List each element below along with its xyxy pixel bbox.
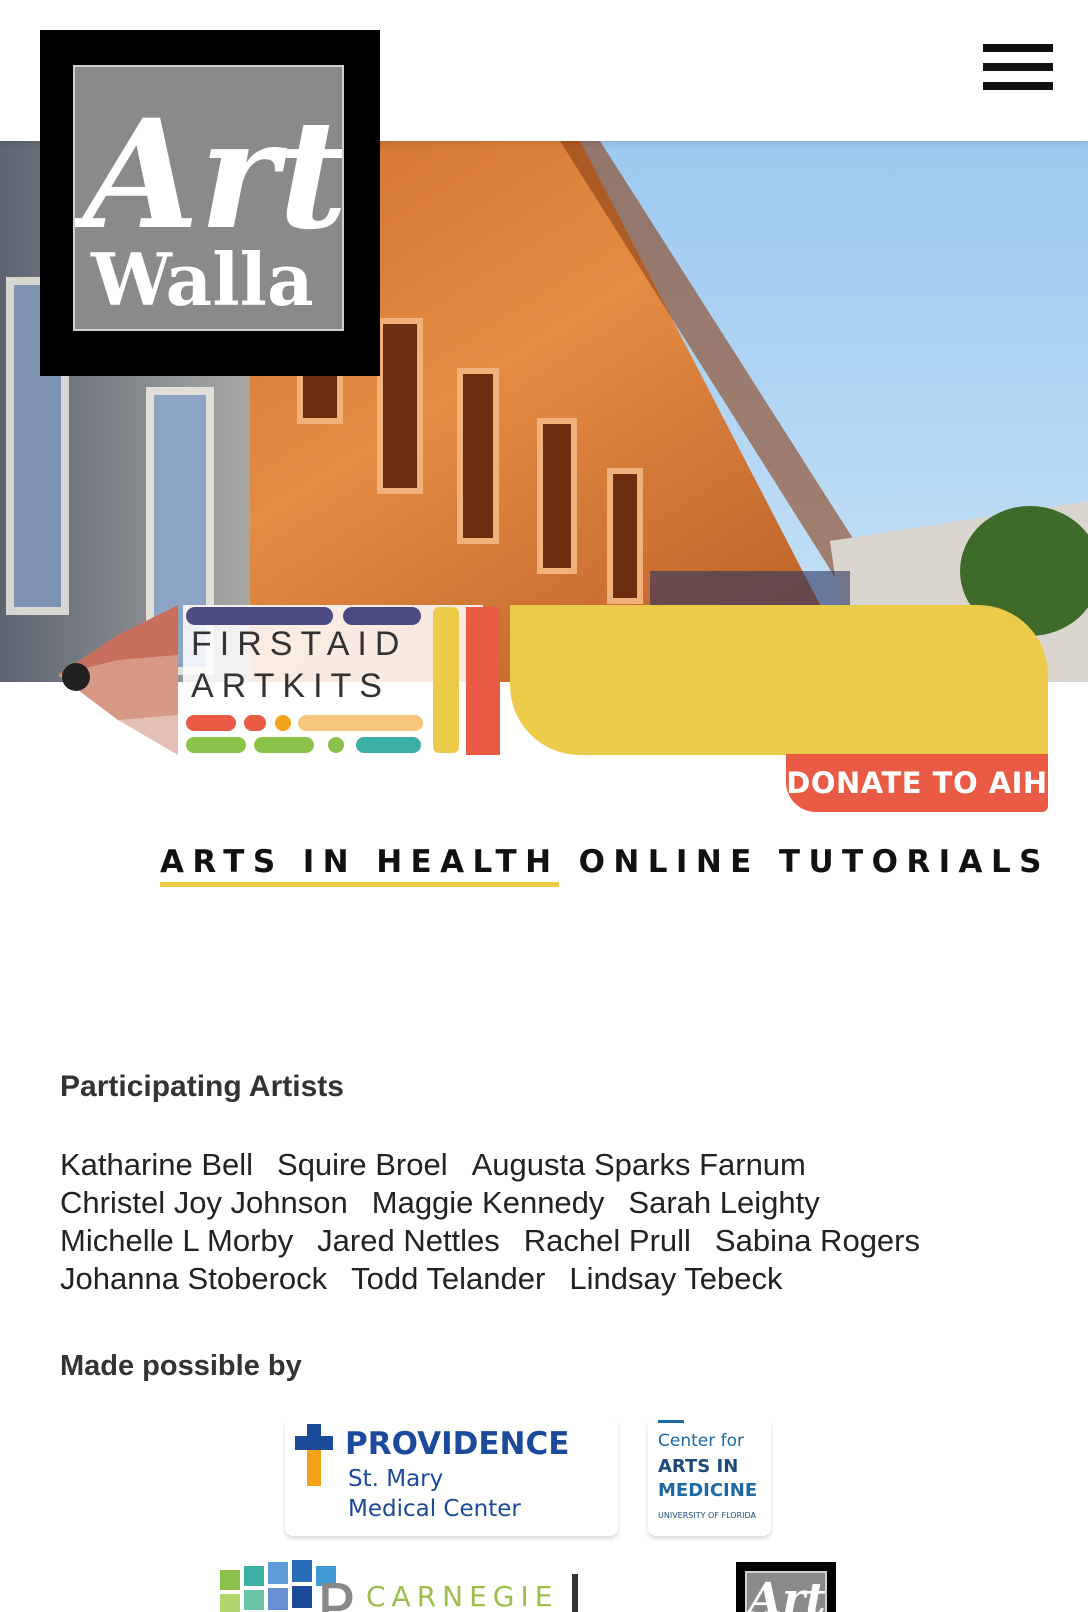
cam-logo-mark: Center for ARTS IN MEDICINE UNIVERSITY O… xyxy=(658,1420,757,1520)
artwalla-logo-mark: Art Walla xyxy=(71,87,348,322)
providence-cross-icon: PROVIDENCE St. Mary Medical Center xyxy=(295,1424,569,1522)
artist-name: Maggie Kennedy xyxy=(371,1185,605,1220)
artist-name: Augusta Sparks Farnum xyxy=(471,1147,806,1182)
kit-title-line2: ARTKITS xyxy=(191,667,390,705)
artist-name: Todd Telander xyxy=(351,1261,546,1296)
artist-name: Squire Broel xyxy=(277,1147,448,1182)
artist-name: Johanna Stoberock xyxy=(60,1261,328,1296)
banner-yellow-panel xyxy=(510,605,1048,755)
svg-text:P: P xyxy=(316,1572,355,1612)
artist-name: Sarah Leighty xyxy=(628,1185,820,1220)
artist-name: Sabina Rogers xyxy=(714,1223,920,1258)
artists-heading: Participating Artists xyxy=(60,1070,344,1103)
carnegie-logo-mark: P CARNEGIE xyxy=(220,1560,578,1612)
first-aid-art-kits-logo: FIRSTAID ARTKITS xyxy=(58,605,500,757)
artist-name: Lindsay Tebeck xyxy=(569,1261,783,1296)
page-title-rest: ONLINE TUTORIALS xyxy=(559,844,1050,880)
hamburger-menu-icon[interactable] xyxy=(983,44,1055,96)
sponsor-center-for-arts-in-medicine-logo[interactable]: Center for ARTS IN MEDICINE UNIVERSITY O… xyxy=(648,1418,771,1536)
sponsor-artwalla-logo[interactable]: Art xyxy=(736,1562,836,1612)
svg-text:Center for: Center for xyxy=(658,1431,744,1451)
artist-name: Michelle L Morby xyxy=(60,1223,294,1258)
svg-text:Medical Center: Medical Center xyxy=(348,1496,521,1522)
donate-button[interactable]: DONATE TO AIH xyxy=(786,754,1048,812)
svg-text:Walla: Walla xyxy=(90,237,314,322)
svg-text:St. Mary: St. Mary xyxy=(348,1466,443,1492)
svg-text:UNIVERSITY OF FLORIDA: UNIVERSITY OF FLORIDA xyxy=(658,1511,756,1520)
first-aid-art-kits-banner: FIRSTAID ARTKITS xyxy=(0,605,1088,760)
artists-row: Michelle L Morby Jared Nettles Rachel Prul… xyxy=(60,1222,1040,1260)
page-title: ARTS IN HEALTH ONLINE TUTORIALS xyxy=(160,844,1050,887)
svg-text:ARTS IN: ARTS IN xyxy=(658,1456,738,1477)
artwalla-logo[interactable]: Art Walla xyxy=(40,30,380,376)
artist-name: Katharine Bell xyxy=(60,1147,254,1182)
artist-name: Rachel Prull xyxy=(523,1223,691,1258)
sponsor-providence-logo[interactable]: PROVIDENCE St. Mary Medical Center xyxy=(285,1418,618,1536)
kit-title-line1: FIRSTAID xyxy=(191,625,408,663)
artists-row: Katharine Bell Squire Broel Augusta Sparks… xyxy=(60,1146,1040,1184)
svg-text:CARNEGIE: CARNEGIE xyxy=(366,1580,558,1612)
svg-text:MEDICINE: MEDICINE xyxy=(658,1480,757,1501)
artist-name: Christel Joy Johnson xyxy=(60,1185,348,1220)
artist-name: Jared Nettles xyxy=(317,1223,500,1258)
artwalla-small-logo: Art xyxy=(744,1571,827,1612)
page-title-highlight: ARTS IN HEALTH xyxy=(160,844,560,887)
artists-row: Christel Joy Johnson Maggie Kennedy Sarah … xyxy=(60,1184,1040,1222)
svg-text:PROVIDENCE: PROVIDENCE xyxy=(345,1426,569,1462)
artists-list: Katharine Bell Squire Broel Augusta Sparks… xyxy=(60,1146,1040,1298)
svg-text:Art: Art xyxy=(744,1574,826,1612)
sponsors-heading: Made possible by xyxy=(60,1350,302,1382)
artists-row: Johanna Stoberock Todd Telander Lindsay Te… xyxy=(60,1260,1040,1298)
sponsor-carnegie-logo[interactable]: P CARNEGIE xyxy=(220,1560,600,1612)
